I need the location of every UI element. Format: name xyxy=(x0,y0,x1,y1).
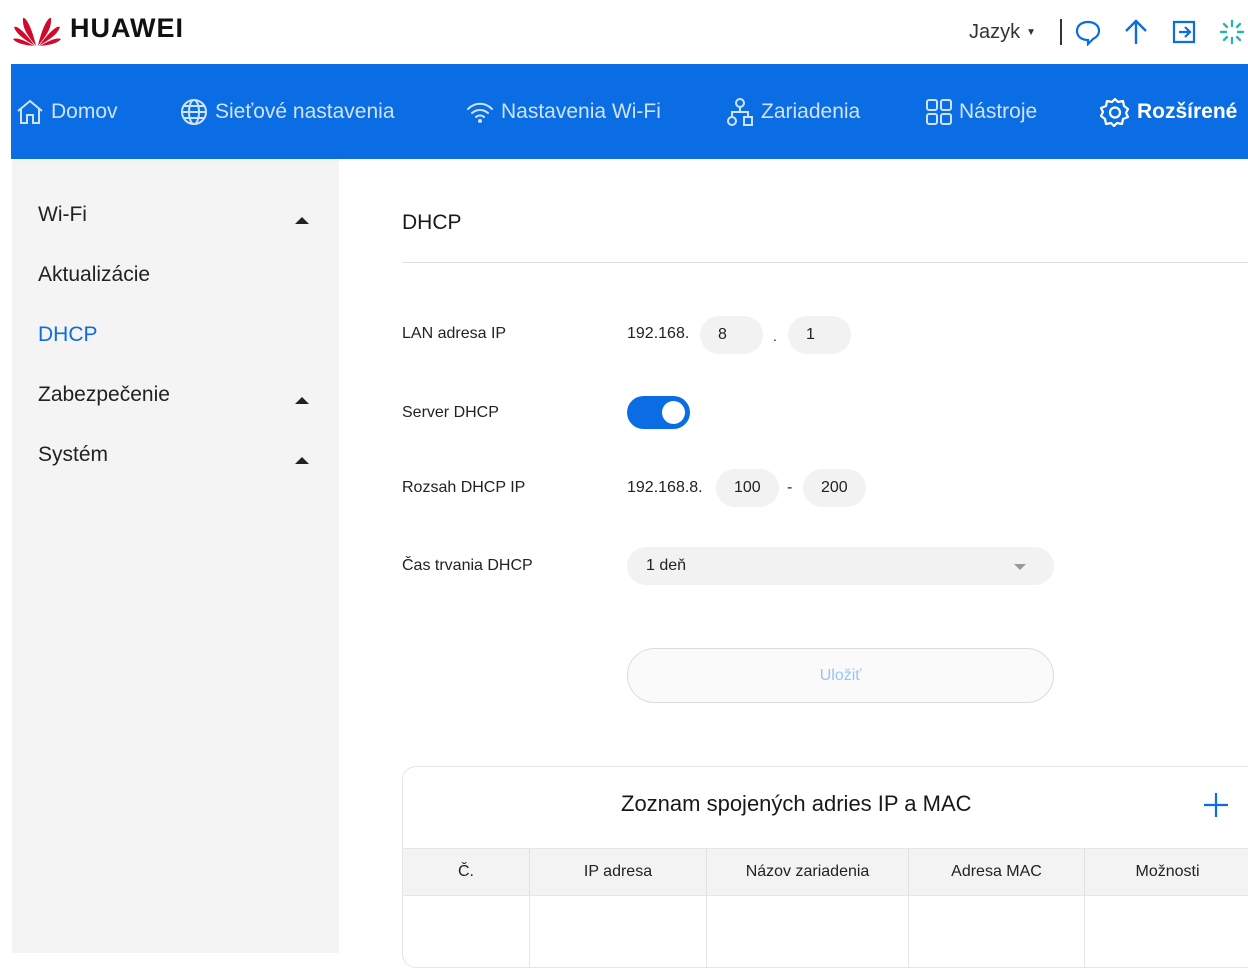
brand-name: HUAWEI xyxy=(70,12,184,43)
add-icon[interactable] xyxy=(1201,790,1231,820)
dhcp-server-label: Server DHCP xyxy=(402,404,499,421)
dhcp-range-prefix: 192.168.8. xyxy=(627,479,703,496)
chevron-up-icon[interactable] xyxy=(295,457,309,464)
table-empty-cell xyxy=(530,895,707,967)
logout-icon[interactable] xyxy=(1168,16,1200,48)
nav-item-wifi-settings[interactable]: Nastavenia Wi-Fi xyxy=(465,64,661,159)
nav-item-label: Nastavenia Wi-Fi xyxy=(501,99,661,123)
chevron-up-icon[interactable] xyxy=(295,397,309,404)
huawei-logo[interactable]: HUAWEI xyxy=(12,8,184,48)
top-bar: HUAWEI Jazyk ▼ xyxy=(0,0,1248,64)
lan-ip-separator: . xyxy=(773,328,777,344)
nav-item-label: Zariadenia xyxy=(761,99,861,123)
devices-icon xyxy=(727,97,753,126)
upload-icon[interactable] xyxy=(1120,16,1152,48)
lease-time-label: Čas trvania DHCP xyxy=(402,557,533,574)
column-header: Adresa MAC xyxy=(909,849,1085,895)
dhcp-range-separator: - xyxy=(787,479,793,496)
nav-item-tools[interactable]: Nástroje xyxy=(925,64,1037,159)
sidebar-item-security[interactable]: Zabezpečenie xyxy=(38,383,170,407)
lease-time-select[interactable]: 1 deň xyxy=(627,547,1054,585)
lease-time-value: 1 deň xyxy=(646,557,687,574)
nav-item-label: Sieťové nastavenia xyxy=(215,99,395,123)
table-empty-cell xyxy=(403,895,530,967)
chevron-down-icon xyxy=(1014,564,1026,570)
divider xyxy=(1060,19,1062,45)
nav-item-devices[interactable]: Zariadenia xyxy=(725,64,860,159)
toggle-knob xyxy=(662,401,685,424)
table-title: Zoznam spojených adries IP a MAC xyxy=(621,791,972,816)
globe-icon xyxy=(181,98,207,125)
dhcp-range-end-input[interactable] xyxy=(803,469,866,507)
column-header: Č. xyxy=(403,849,530,895)
divider xyxy=(402,262,1248,263)
dhcp-server-toggle[interactable] xyxy=(627,396,690,429)
sidebar-item-updates[interactable]: Aktualizácie xyxy=(38,263,150,287)
wifi-icon xyxy=(467,102,493,123)
save-button[interactable]: Uložiť xyxy=(627,648,1054,703)
dhcp-range-label: Rozsah DHCP IP xyxy=(402,479,526,496)
language-dropdown[interactable]: Jazyk ▼ xyxy=(969,21,1036,44)
tools-icon xyxy=(926,98,952,125)
sidebar-item-dhcp[interactable]: DHCP xyxy=(38,323,98,347)
chat-icon[interactable] xyxy=(1072,16,1104,48)
huawei-flower-icon xyxy=(13,17,61,46)
ip-mac-binding-card: Zoznam spojených adries IP a MAC Č. IP a… xyxy=(402,766,1248,968)
nav-item-home[interactable]: Domov xyxy=(15,64,118,159)
loading-icon xyxy=(1216,16,1248,48)
lan-ip-label: LAN adresa IP xyxy=(402,325,507,342)
home-icon xyxy=(17,99,43,124)
nav-item-advanced[interactable]: Rozšírené xyxy=(1099,64,1237,159)
chevron-down-icon: ▼ xyxy=(1026,26,1036,38)
lan-ip-octet4-input[interactable] xyxy=(788,316,851,354)
table-empty-cell xyxy=(707,895,909,967)
sidebar-item-wifi[interactable]: Wi-Fi xyxy=(38,203,87,227)
table-header: Č. IP adresa Názov zariadenia Adresa MAC… xyxy=(403,848,1248,896)
lan-ip-octet3-input[interactable] xyxy=(700,316,763,354)
nav-item-network-settings[interactable]: Sieťové nastavenia xyxy=(179,64,395,159)
chevron-up-icon[interactable] xyxy=(295,217,309,224)
nav-item-label: Nástroje xyxy=(959,99,1038,123)
nav-item-label: Domov xyxy=(51,99,118,123)
sidebar-item-system[interactable]: Systém xyxy=(38,443,108,467)
sidebar: Wi-Fi Aktualizácie DHCP Zabezpečenie Sys… xyxy=(12,159,339,953)
column-header: Názov zariadenia xyxy=(707,849,909,895)
main-nav: Domov Sieťové nastavenia Nastavenia Wi-F… xyxy=(11,64,1248,159)
column-header: Možnosti xyxy=(1135,863,1200,880)
page-title: DHCP xyxy=(402,211,462,234)
gear-icon xyxy=(1099,97,1130,127)
dhcp-range-start-input[interactable] xyxy=(716,469,779,507)
language-label: Jazyk xyxy=(968,20,1021,43)
top-actions: Jazyk ▼ xyxy=(969,0,1248,64)
lan-ip-prefix: 192.168. xyxy=(627,325,690,342)
nav-item-label: Rozšírené xyxy=(1137,99,1238,123)
column-header: IP adresa xyxy=(530,849,707,895)
table-empty-cell xyxy=(909,895,1085,967)
